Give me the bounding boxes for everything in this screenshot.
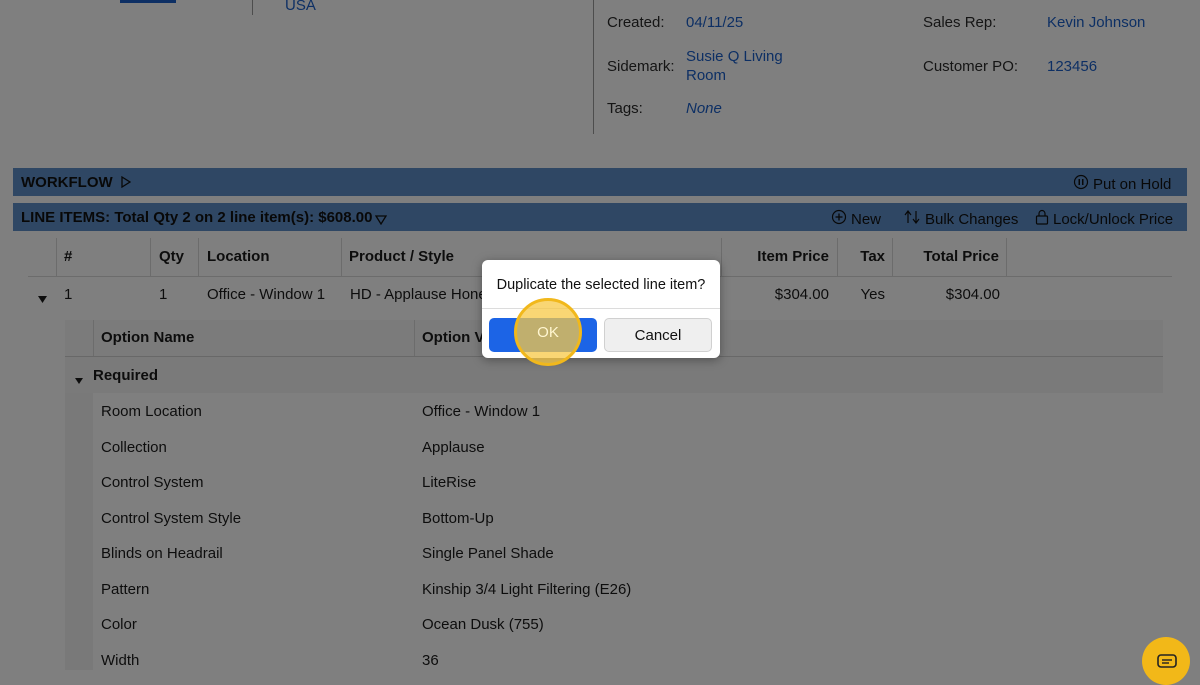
ok-button-label[interactable]: OK — [514, 298, 582, 366]
cancel-button[interactable]: Cancel — [604, 318, 712, 352]
chat-bubble-icon — [1157, 654, 1177, 675]
dialog-message: Duplicate the selected line item? — [496, 277, 706, 293]
chat-launcher-button[interactable] — [1142, 637, 1190, 685]
